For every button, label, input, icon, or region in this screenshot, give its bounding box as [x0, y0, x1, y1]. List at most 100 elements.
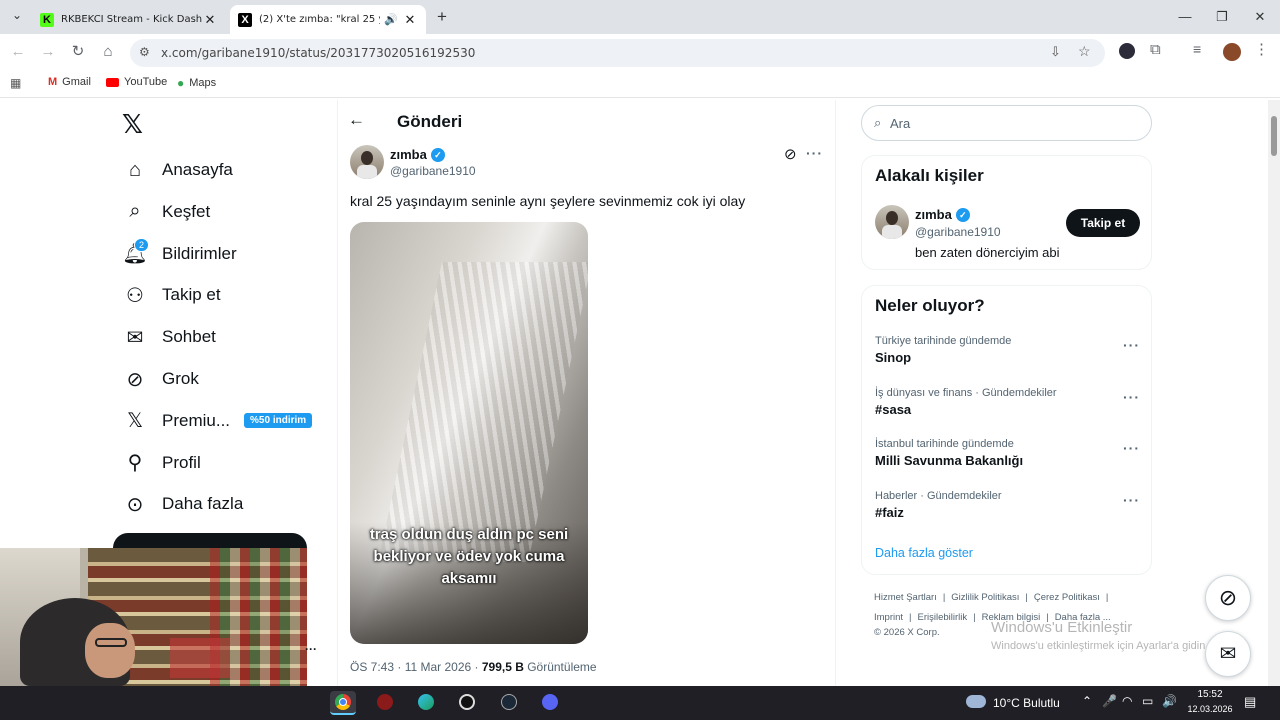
- nav-item-label: Keşfet: [162, 201, 211, 221]
- volume-icon[interactable]: 🔊: [1162, 694, 1177, 708]
- discord-taskbar-icon[interactable]: [537, 691, 563, 715]
- apps-icon[interactable]: ▦: [10, 76, 21, 90]
- messages-float-button[interactable]: ✉: [1205, 631, 1251, 677]
- wifi-icon[interactable]: ◠: [1122, 694, 1132, 708]
- speaker-icon[interactable]: 🔊: [384, 13, 398, 26]
- nav-item-x-logo[interactable]: 𝕏 Premiu... %50 indirim: [122, 401, 313, 441]
- search-icon: ⌕: [129, 200, 141, 223]
- related-avatar[interactable]: [875, 205, 909, 239]
- back-arrow-icon[interactable]: ←: [348, 110, 365, 130]
- home-icon[interactable]: ⌂: [98, 42, 118, 62]
- tab-x-post[interactable]: X (2) X'te zımba: "kral 25 yaşındayım" 🔊…: [230, 5, 426, 34]
- clock-time[interactable]: 15:52: [1193, 689, 1227, 700]
- maximize-button[interactable]: ❐: [1207, 6, 1237, 28]
- kick-icon: K: [40, 12, 54, 27]
- minimize-button[interactable]: —: [1170, 6, 1200, 28]
- nav-item-more[interactable]: ⊙ Daha fazla: [122, 484, 244, 524]
- account-menu-icon[interactable]: ···: [305, 642, 317, 656]
- close-icon[interactable]: ✕: [202, 12, 218, 28]
- author-handle[interactable]: @garibane1910: [390, 164, 476, 178]
- new-tab-button[interactable]: +: [432, 7, 452, 27]
- clock-date[interactable]: 12.03.2026: [1186, 704, 1234, 714]
- trend-more-icon[interactable]: ···: [1123, 440, 1140, 456]
- notification-icon[interactable]: ▤: [1244, 694, 1256, 710]
- trend-more-icon[interactable]: ···: [1123, 389, 1140, 405]
- profile-icon: ⚲: [127, 452, 143, 475]
- post-timestamp[interactable]: ÖS 7:43 · 11 Mar 2026 ·: [350, 660, 482, 674]
- close-icon[interactable]: ✕: [402, 12, 418, 28]
- trend-more-icon[interactable]: ···: [1123, 337, 1140, 353]
- post-meta: ÖS 7:43 · 11 Mar 2026 · 799,5 B Görüntül…: [350, 660, 597, 674]
- nav-item-person-add[interactable]: ⚇ Takip et: [122, 275, 221, 315]
- bookmark-maps[interactable]: ● Maps: [177, 76, 216, 90]
- obs-taskbar-icon[interactable]: [454, 691, 480, 715]
- mic-icon[interactable]: 🎤: [1102, 694, 1117, 708]
- x-logo-icon[interactable]: 𝕏: [122, 110, 143, 140]
- maps-icon: ●: [177, 76, 185, 90]
- forward-icon[interactable]: →: [38, 42, 58, 62]
- more-options-icon[interactable]: ···: [806, 145, 823, 161]
- steam-taskbar-icon[interactable]: [496, 691, 522, 715]
- menu-icon[interactable]: ⋮: [1254, 40, 1269, 58]
- trends-card: Neler oluyor? Türkiye tarihinde gündemde…: [861, 285, 1152, 575]
- tab-title: RKBEKCI Stream - Kick Dashboard: [61, 14, 202, 25]
- trend-more-icon[interactable]: ···: [1123, 492, 1140, 508]
- author-name[interactable]: zımba ✓: [390, 147, 445, 162]
- weather-text[interactable]: 10°C Bulutlu: [993, 696, 1060, 710]
- app-taskbar-icon[interactable]: [372, 691, 398, 715]
- footer-link[interactable]: Çerez Politikası: [1034, 592, 1100, 603]
- reload-icon[interactable]: ↻: [68, 42, 88, 62]
- trend-item[interactable]: Haberler · Gündemdekiler #faiz ···: [875, 490, 1140, 520]
- footer-link[interactable]: Hizmet Şartları: [874, 592, 937, 603]
- address-bar[interactable]: ⚙ x.com/garibane1910/status/203177302051…: [130, 39, 1105, 67]
- trend-meta: İstanbul tarihinde gündemde: [875, 438, 1014, 450]
- close-window-button[interactable]: ✕: [1245, 6, 1275, 28]
- battery-icon[interactable]: ▭: [1142, 694, 1153, 708]
- site-info-icon[interactable]: ⚙: [139, 45, 150, 59]
- avatar[interactable]: [1223, 43, 1241, 61]
- footer-link[interactable]: Erişilebilirlik: [918, 612, 968, 623]
- back-icon[interactable]: ←: [8, 42, 28, 62]
- puzzle-icon[interactable]: ⧉: [1150, 41, 1161, 58]
- grok-icon[interactable]: ⊘: [784, 145, 797, 163]
- grok-float-button[interactable]: ⊘: [1205, 575, 1251, 621]
- media-control-icon[interactable]: ≡: [1193, 41, 1201, 57]
- nav-item-home[interactable]: ⌂ Anasayfa: [122, 150, 233, 190]
- related-handle[interactable]: @garibane1910: [915, 225, 1001, 239]
- tray-chevron-icon[interactable]: ⌃: [1082, 694, 1092, 708]
- nav-item-profile[interactable]: ⚲ Profil: [122, 443, 201, 483]
- nav-item-bell[interactable]: 🔔︎ Bildirimler 2: [122, 234, 237, 274]
- related-name[interactable]: zımba ✓: [915, 207, 970, 222]
- trend-item[interactable]: Türkiye tarihinde gündemde Sinop ···: [875, 335, 1140, 365]
- footer-link[interactable]: Gizlilik Politikası: [951, 592, 1019, 603]
- tab-title: (2) X'te zımba: "kral 25 yaşındayım": [259, 14, 380, 25]
- nav-item-search[interactable]: ⌕ Keşfet: [122, 192, 210, 232]
- nav-item-grok[interactable]: ⊘ Grok: [122, 359, 199, 399]
- show-more-link[interactable]: Daha fazla göster: [875, 546, 973, 560]
- chrome-taskbar-icon[interactable]: [330, 691, 356, 715]
- author-avatar[interactable]: [350, 145, 384, 179]
- star-icon[interactable]: ☆: [1078, 43, 1091, 60]
- search-placeholder: Ara: [890, 116, 911, 131]
- install-app-icon[interactable]: ⇩: [1050, 44, 1061, 60]
- column-divider: [337, 100, 338, 690]
- tab-kick-dashboard[interactable]: K RKBEKCI Stream - Kick Dashboard ✕: [32, 5, 226, 34]
- youtube-icon: [106, 77, 119, 87]
- x-logo-icon: X: [238, 12, 252, 27]
- trend-item[interactable]: İstanbul tarihinde gündemde Milli Savunma…: [875, 438, 1140, 468]
- weather-icon[interactable]: [966, 695, 986, 708]
- footer-link[interactable]: Imprint: [874, 612, 903, 623]
- page-scrollbar[interactable]: [1268, 100, 1280, 690]
- extension-icon[interactable]: [1119, 43, 1135, 59]
- nav-item-mail[interactable]: ✉ Sohbet: [122, 317, 216, 357]
- related-name-text: zımba: [915, 207, 952, 222]
- post-video[interactable]: traş oldun duş aldın pc seni bekliyor ve…: [350, 222, 588, 644]
- bookmark-gmail[interactable]: M Gmail: [48, 76, 91, 88]
- trend-item[interactable]: İş dünyası ve finans · Gündemdekiler #sas…: [875, 387, 1140, 417]
- tab-search-icon[interactable]: ⌄: [8, 8, 26, 22]
- home-icon: ⌂: [128, 158, 142, 181]
- bookmark-youtube[interactable]: YouTube: [106, 76, 167, 88]
- follow-button[interactable]: Takip et: [1066, 209, 1140, 237]
- search-input[interactable]: ⌕ Ara: [861, 105, 1152, 141]
- edge-taskbar-icon[interactable]: [413, 691, 439, 715]
